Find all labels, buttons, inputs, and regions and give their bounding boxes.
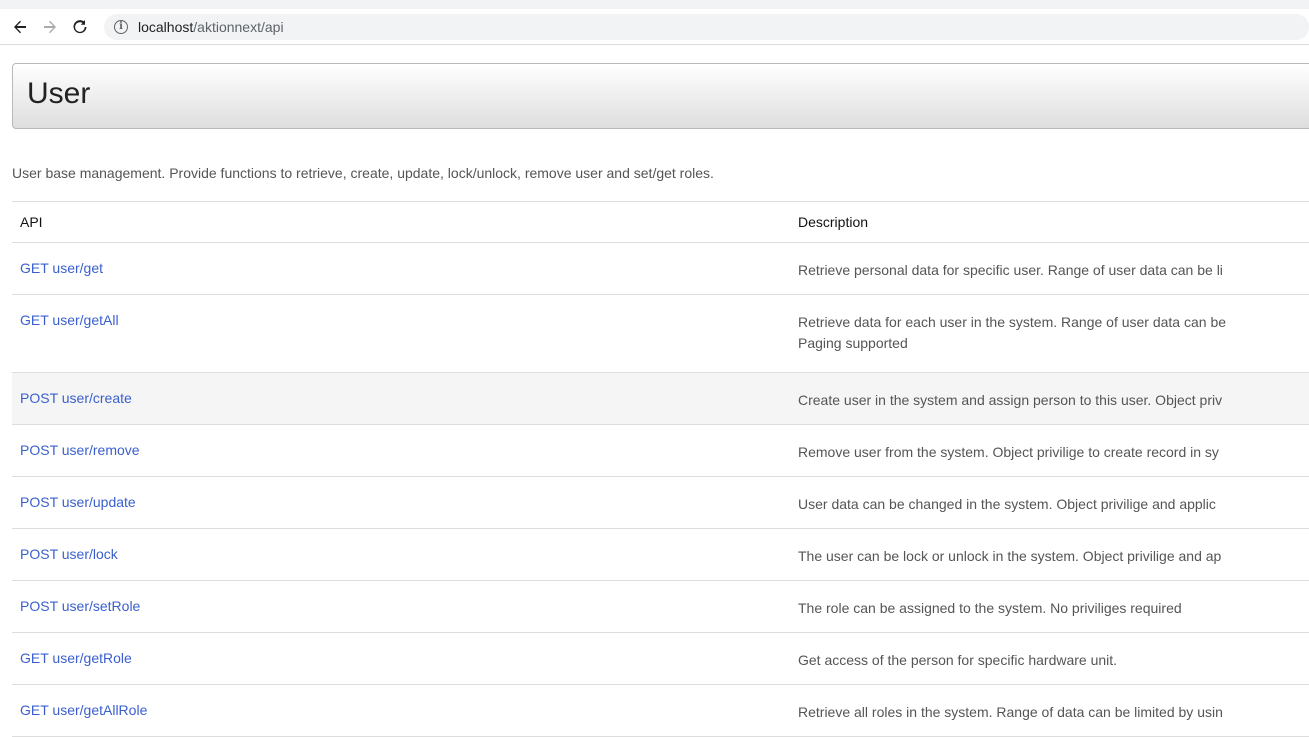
column-header-description: Description	[790, 201, 1309, 243]
arrow-left-icon[interactable]	[8, 15, 32, 39]
api-description: Remove user from the system. Object priv…	[798, 444, 1219, 460]
url-path: /aktionnext/api	[193, 18, 284, 35]
api-link[interactable]: GET user/get	[20, 260, 103, 276]
table-row: POST user/setRole The role can be assign…	[12, 580, 1309, 633]
table-row: GET user/get Retrieve personal data for …	[12, 242, 1309, 295]
api-link[interactable]: POST user/setRole	[20, 598, 140, 614]
api-link[interactable]: POST user/create	[20, 390, 132, 406]
api-link[interactable]: GET user/getAllRole	[20, 702, 147, 718]
api-link[interactable]: GET user/getRole	[20, 650, 132, 666]
table-row: GET user/getAll Retrieve data for each u…	[12, 294, 1309, 373]
api-description: Retrieve personal data for specific user…	[798, 262, 1223, 278]
table-row: POST user/update User data can be change…	[12, 476, 1309, 529]
page-header-panel: User	[12, 63, 1309, 129]
api-link[interactable]: GET user/getAll	[20, 312, 119, 328]
table-row: POST user/remove Remove user from the sy…	[12, 424, 1309, 477]
api-description: The role can be assigned to the system. …	[798, 600, 1182, 616]
api-description: Retrieve data for each user in the syste…	[798, 314, 1227, 330]
info-icon[interactable]: i	[114, 19, 128, 34]
api-link[interactable]: POST user/lock	[20, 546, 118, 562]
api-table: API Description GET user/get Retrieve pe…	[12, 201, 1309, 737]
url-text[interactable]: localhost/aktionnext/api	[138, 19, 284, 35]
table-row: POST user/lock The user can be lock or u…	[12, 528, 1309, 581]
table-row: GET user/getAllRole Retrieve all roles i…	[12, 684, 1309, 737]
address-bar[interactable]: i localhost/aktionnext/api	[104, 13, 1309, 40]
table-header-row: API Description	[12, 201, 1309, 243]
page-title: User	[27, 77, 91, 110]
column-header-api: API	[12, 201, 790, 243]
api-description: Retrieve all roles in the system. Range …	[798, 704, 1223, 720]
page-description: User base management. Provide functions …	[12, 165, 714, 181]
api-description: User data can be changed in the system. …	[798, 496, 1216, 512]
url-host: localhost	[138, 18, 194, 35]
api-link[interactable]: POST user/remove	[20, 442, 140, 458]
api-description: Get access of the person for specific ha…	[798, 652, 1118, 668]
reload-icon[interactable]	[68, 15, 92, 39]
api-description: Create user in the system and assign per…	[798, 392, 1223, 408]
arrow-right-icon[interactable]	[38, 15, 62, 39]
api-description: The user can be lock or unlock in the sy…	[798, 548, 1222, 564]
api-description-line2: Paging supported	[798, 335, 908, 351]
table-row: POST user/create Create user in the syst…	[12, 372, 1309, 425]
api-link[interactable]: POST user/update	[20, 494, 136, 510]
browser-toolbar: i localhost/aktionnext/api	[0, 9, 1309, 45]
table-row: GET user/getRole Get access of the perso…	[12, 632, 1309, 685]
